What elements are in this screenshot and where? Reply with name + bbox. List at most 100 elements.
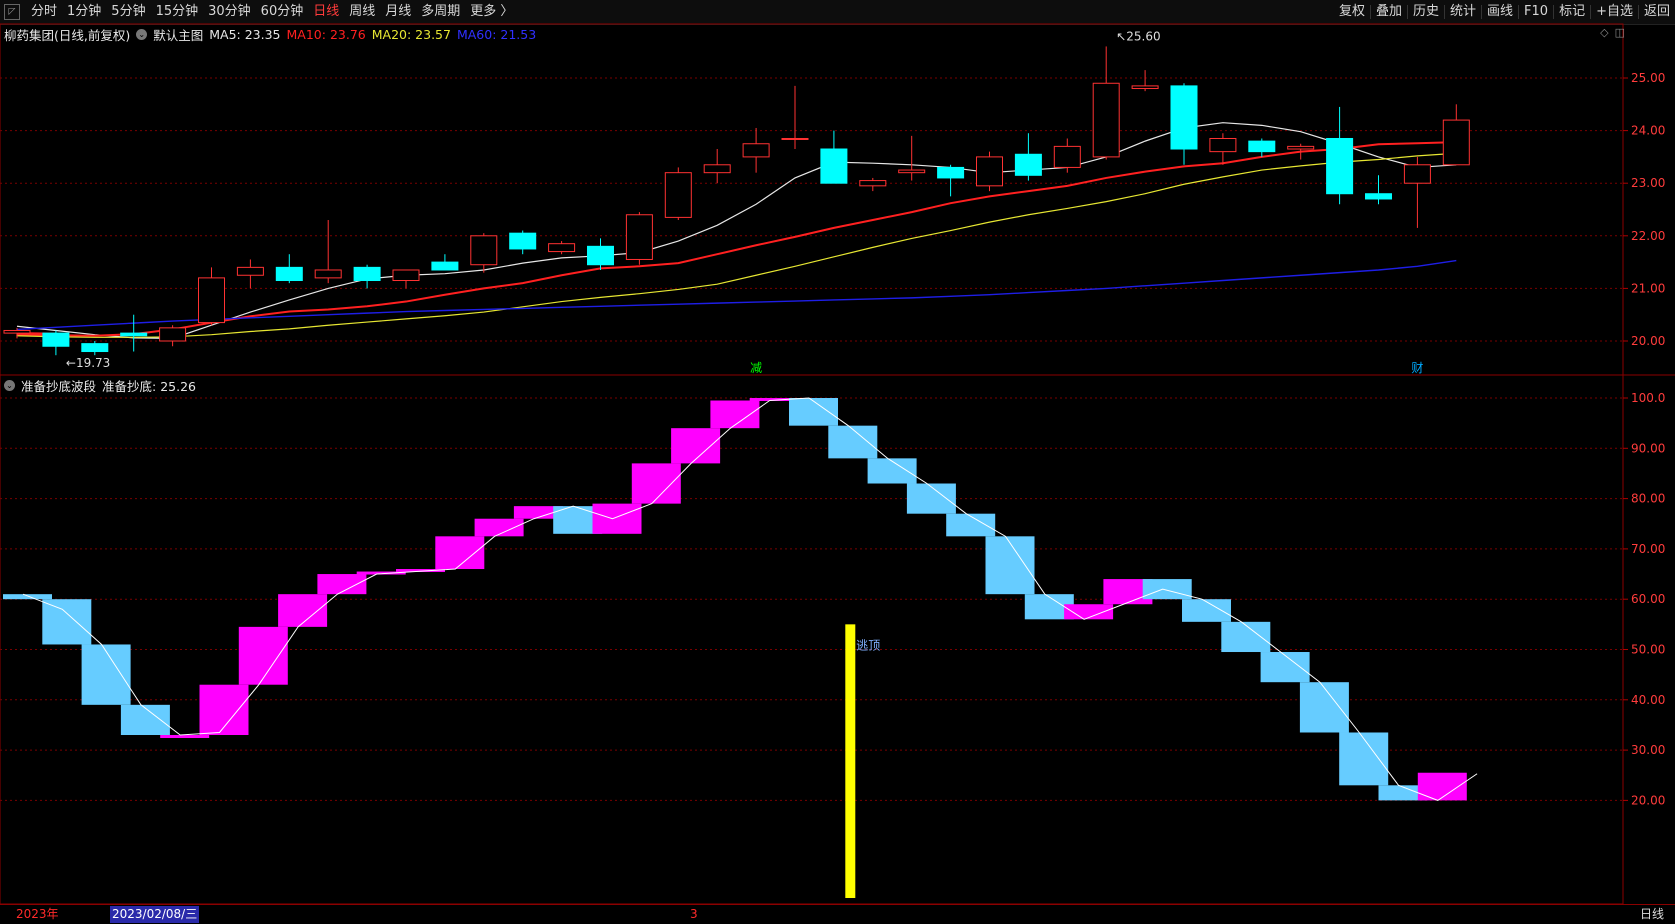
diamond-icon[interactable]: ◇ (1600, 26, 1608, 39)
candle-body (587, 245, 614, 266)
candle-body (1170, 85, 1198, 150)
candle-body (1248, 140, 1276, 153)
wave-box (120, 704, 170, 736)
candle-body (1014, 153, 1042, 176)
candle-body (392, 269, 420, 282)
sub-chart-header: ⌄ 准备抄底波段 准备抄底: 25.26 (4, 376, 202, 395)
wave-box (1299, 682, 1349, 733)
chart-canvas[interactable]: 25.00 24.00 23.00 22.00 21.00 20.00 ←19.73 ↖25.… (0, 0, 1675, 923)
price-tick-label: 23.00 (1631, 176, 1665, 190)
candle-body (859, 180, 887, 187)
candle-body (470, 235, 498, 266)
candle-body (509, 232, 537, 250)
chart-name[interactable]: 默认主图 (153, 25, 203, 44)
candle-body (1053, 145, 1081, 168)
wave-box (278, 594, 328, 627)
candle-body (625, 214, 653, 260)
wave-box (631, 463, 681, 504)
candle-body (1092, 82, 1120, 158)
panel-toggle-icon[interactable]: ◫ (1615, 26, 1625, 39)
candle-body (431, 261, 459, 271)
event-marker: 减 (750, 361, 762, 375)
wave-box (317, 574, 367, 595)
price-tick-label: 25.00 (1631, 71, 1665, 85)
ma5-legend: MA5: 23.35 (209, 27, 281, 42)
indicator-tick-label: 70.00 (1631, 542, 1665, 556)
candle-body (1326, 137, 1354, 195)
escape-top-bar (845, 624, 856, 898)
wave-box (906, 483, 956, 514)
wave-box (710, 400, 760, 429)
wave-box (946, 513, 996, 537)
indicator-tick-label: 80.00 (1631, 492, 1665, 506)
wave-box (474, 518, 524, 537)
candle-body (703, 164, 731, 174)
ma60-line (16, 259, 1457, 331)
candle-body (1287, 145, 1315, 150)
chart-corner-tools: ◇ ◫ (1600, 26, 1625, 39)
candle-body (548, 243, 576, 253)
candle-body (898, 169, 926, 174)
wave-box (238, 626, 288, 685)
candle-body (742, 143, 770, 158)
candle-body (1209, 137, 1237, 153)
indicator-tick-label: 60.00 (1631, 592, 1665, 606)
price-tick-label: 24.00 (1631, 124, 1665, 138)
wave-box (592, 503, 642, 534)
candle-body (353, 266, 381, 282)
candle-body (1403, 164, 1431, 184)
candle-body (1365, 193, 1392, 200)
candle-body (937, 166, 965, 179)
period-label[interactable]: 日线 (1640, 906, 1664, 923)
candle-body (314, 269, 342, 279)
candle-body (236, 266, 264, 276)
candle-body (820, 148, 848, 184)
indicator-value: 准备抄底: 25.26 (102, 379, 196, 394)
candle-body (42, 332, 70, 347)
wave-box (1339, 732, 1389, 786)
candle-body (120, 332, 148, 337)
candle-body (976, 156, 1003, 187)
indicator-tick-label: 50.00 (1631, 643, 1665, 657)
wave-box (81, 644, 131, 705)
candle-body (1442, 119, 1470, 166)
candle-body (781, 137, 809, 140)
candle-body (1131, 85, 1159, 90)
wave-box (867, 458, 917, 484)
ma20-line (16, 152, 1457, 338)
wave-box (42, 599, 92, 645)
wave-box (1142, 579, 1192, 600)
candle-body (664, 172, 692, 218)
wave-box (671, 428, 721, 464)
event-marker: 财 (1411, 361, 1423, 375)
ma20-legend: MA20: 23.57 (371, 27, 451, 42)
wave-box (160, 735, 210, 739)
extreme-price-label: ↖25.60 (1116, 29, 1160, 43)
wave-box (1182, 599, 1231, 622)
wave-box (1260, 652, 1310, 683)
wave-box (3, 594, 52, 600)
candle-body (275, 266, 303, 282)
cursor-date: 2023/02/08/三 (110, 906, 200, 923)
wave-box (1417, 772, 1467, 801)
candle-body (81, 343, 109, 353)
price-tick-label: 20.00 (1631, 334, 1665, 348)
year-label: 2023年 (16, 907, 59, 921)
month-label: 3 (690, 907, 698, 921)
indicator-tick-label: 20.00 (1631, 793, 1665, 807)
ma60-legend: MA60: 21.53 (456, 27, 537, 42)
ma10-line (16, 141, 1457, 337)
stock-title[interactable]: 柳药集团(日线,前复权) (4, 25, 130, 44)
wave-box (789, 398, 838, 426)
chevron-down-icon[interactable]: ⌄ (136, 29, 148, 40)
candle-body (3, 329, 31, 334)
indicator-tick-label: 40.00 (1631, 693, 1665, 707)
wave-box (985, 536, 1035, 595)
candle-body (198, 277, 225, 324)
candle-body (159, 327, 187, 342)
indicator-name[interactable]: 准备抄底波段 (21, 376, 96, 395)
price-tick-label: 21.00 (1631, 281, 1665, 295)
escape-top-label: 逃顶 (856, 638, 880, 652)
indicator-tick-label: 100.0 (1631, 391, 1665, 405)
chevron-down-icon[interactable]: ⌄ (4, 380, 15, 391)
